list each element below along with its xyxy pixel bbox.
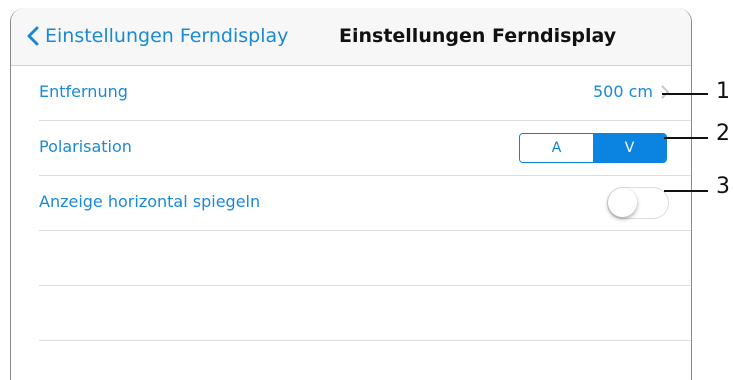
callout-line-3 <box>664 190 708 192</box>
page-title: Einstellungen Ferndisplay <box>339 25 617 47</box>
mirror-toggle[interactable] <box>607 187 669 219</box>
entfernung-value: 500 cm <box>592 82 653 101</box>
back-button[interactable]: Einstellungen Ferndisplay <box>27 25 288 47</box>
settings-panel: Einstellungen Ferndisplay Einstellungen … <box>10 8 692 380</box>
back-button-label: Einstellungen Ferndisplay <box>45 25 289 47</box>
row-entfernung[interactable]: Entfernung 500 cm <box>39 65 691 121</box>
entfernung-label: Entfernung <box>39 82 128 101</box>
chevron-right-icon <box>661 85 669 99</box>
row-polarisation: Polarisation A V <box>39 120 691 176</box>
polarisation-segmented-control[interactable]: A V <box>519 133 667 163</box>
empty-row <box>39 285 691 341</box>
row-mirror: Anzeige horizontal spiegeln <box>39 175 691 231</box>
polarisation-option-v[interactable]: V <box>593 134 666 162</box>
chevron-left-icon <box>27 26 39 46</box>
polarisation-label: Polarisation <box>39 137 132 156</box>
empty-row <box>39 230 691 286</box>
callout-number-2: 2 <box>716 121 730 146</box>
callout-number-1: 1 <box>716 79 730 104</box>
polarisation-option-a[interactable]: A <box>520 134 593 162</box>
callout-line-1 <box>662 93 708 95</box>
callout-number-3: 3 <box>716 174 730 199</box>
toggle-knob <box>608 188 637 217</box>
navigation-bar: Einstellungen Ferndisplay Einstellungen … <box>11 8 691 66</box>
mirror-label: Anzeige horizontal spiegeln <box>39 192 261 211</box>
callout-line-2 <box>664 137 708 139</box>
